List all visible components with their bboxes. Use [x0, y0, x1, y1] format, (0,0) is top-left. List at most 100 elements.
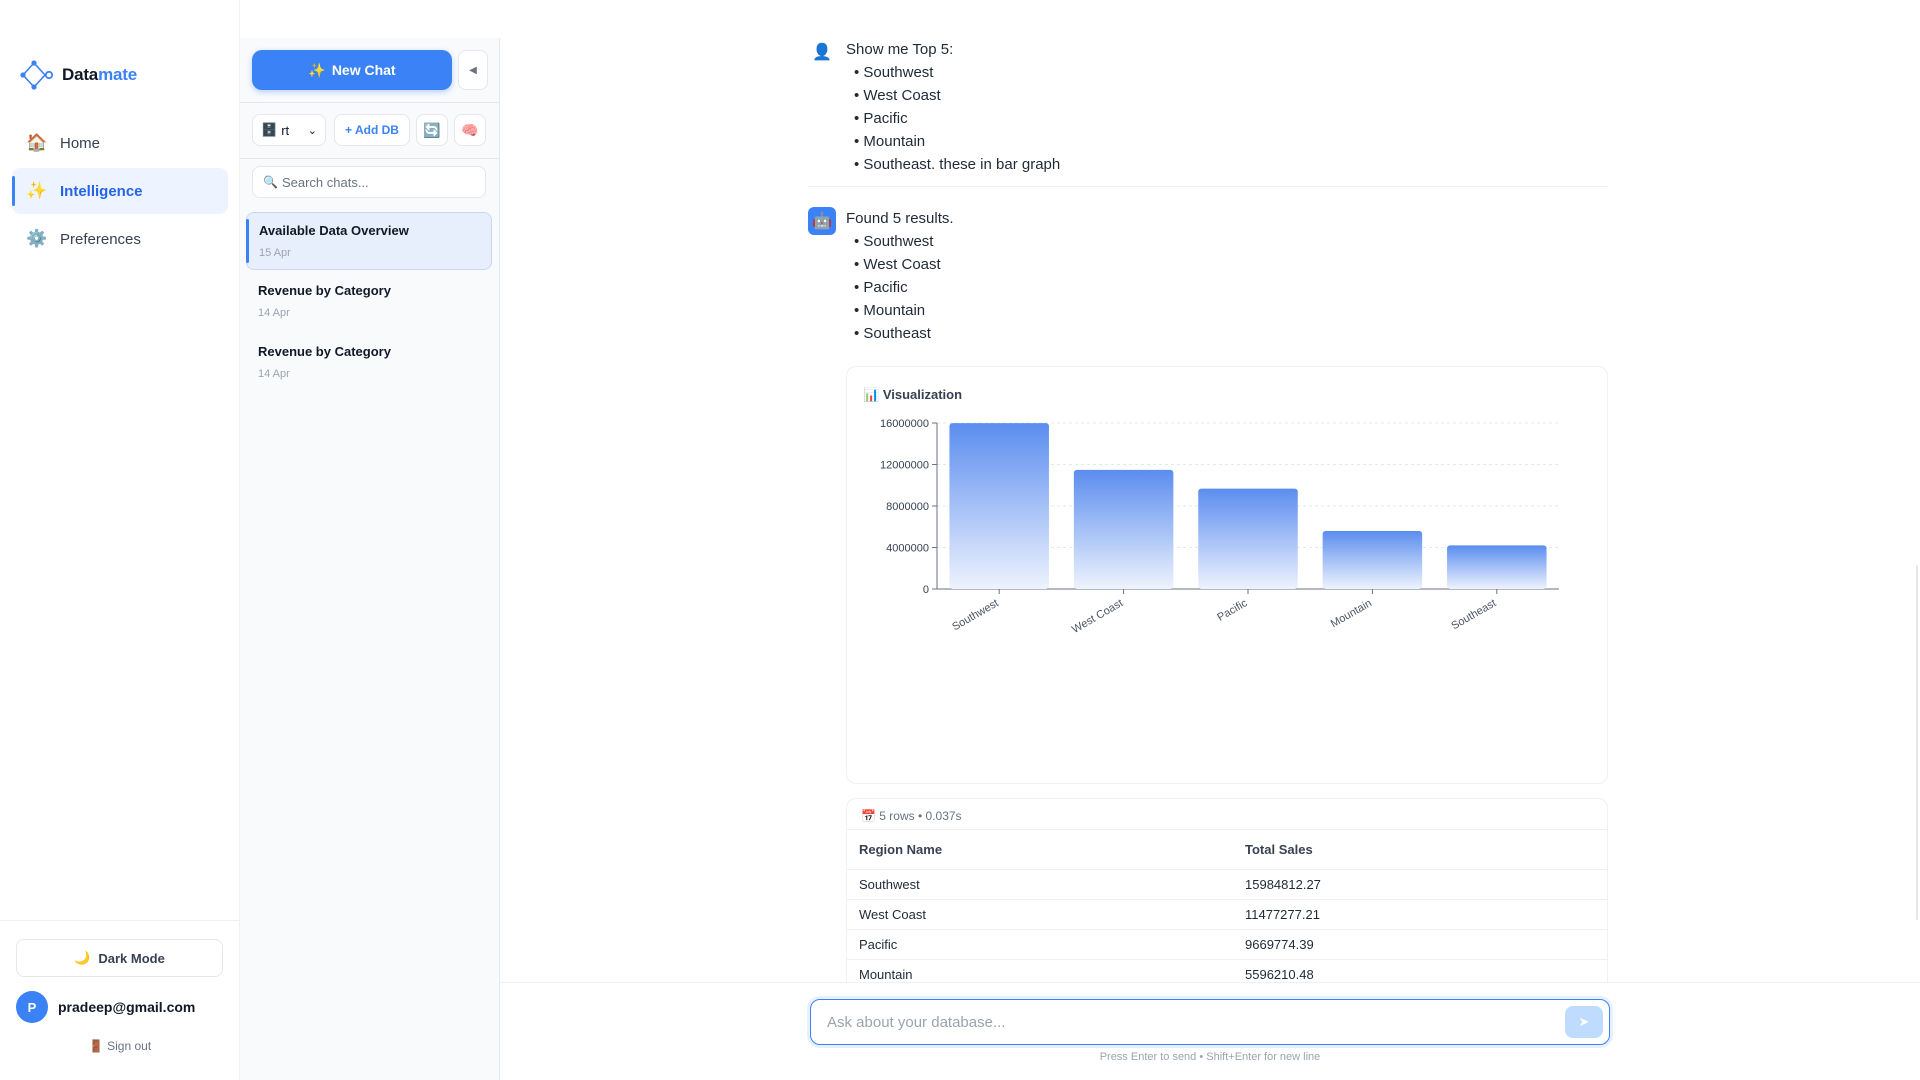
table-cell: Southwest [847, 869, 1245, 900]
nav-item-label: Preferences [60, 230, 141, 248]
table-row: Pacific 9669774.39 [847, 929, 1607, 960]
table-cell: 11477277.21 [1245, 899, 1607, 930]
x-tick-label: Southeast [1449, 597, 1498, 632]
nav-item-label: Intelligence [60, 182, 143, 200]
chat-list-item[interactable]: Available Data Overview 15 Apr [246, 212, 492, 270]
database-select[interactable]: 🗄️ rt ⌄ [252, 114, 326, 146]
chat-list-item[interactable]: Revenue by Category 14 Apr [246, 273, 492, 331]
bar [1322, 530, 1423, 589]
chat-title: Available Data Overview [259, 223, 409, 238]
collapse-sidebar-button[interactable]: ◀ [458, 50, 488, 90]
message-list: Southwest West Coast Pacific Mountain So… [846, 61, 1060, 176]
y-tick-label: 4000000 [886, 543, 929, 555]
divider [240, 102, 500, 103]
column-header[interactable]: Total Sales [1245, 829, 1607, 870]
dark-mode-label: Dark Mode [98, 950, 165, 966]
list-item: Southwest [854, 61, 1060, 84]
chat-main: 👤 Show me Top 5: Southwest West Coast Pa… [500, 0, 1920, 982]
y-tick-label: 0 [923, 584, 929, 596]
assistant-message-body: Found 5 results. Southwest West Coast Pa… [846, 207, 954, 345]
message-input[interactable] [827, 1013, 1547, 1031]
column-header[interactable]: Region Name [847, 829, 1245, 870]
send-button[interactable]: ➤ [1565, 1006, 1603, 1038]
table-row: Mountain 5596210.48 [847, 959, 1607, 982]
nav-item-intelligence[interactable]: ✨ Intelligence [12, 168, 228, 214]
results-meta-text: 5 rows • 0.037s [879, 809, 962, 823]
divider [808, 186, 1608, 187]
nav-item-preferences[interactable]: ⚙️ Preferences [12, 216, 228, 262]
new-chat-label: New Chat [331, 62, 396, 78]
list-item: Southeast [854, 322, 954, 345]
chevron-down-icon: ⌄ [307, 124, 317, 137]
visualization-card: 📊 Visualization 0 4000000 8000000 12000000 1… [846, 366, 1608, 784]
gear-icon: ⚙️ [26, 229, 48, 248]
table-cell: 9669774.39 [1245, 929, 1607, 960]
table-header-row: Region Name Total Sales [847, 829, 1607, 870]
new-chat-button[interactable]: ✨ New Chat [252, 50, 452, 90]
add-db-button[interactable]: + Add DB [334, 114, 410, 146]
datamate-logo-icon [20, 60, 54, 90]
table-cell: Mountain [847, 959, 1245, 982]
list-item: Pacific [854, 107, 1060, 130]
user-message-body: Show me Top 5: Southwest West Coast Paci… [846, 38, 1060, 176]
chat-list-item[interactable]: Revenue by Category 14 Apr [246, 334, 492, 392]
bar [1198, 488, 1298, 589]
results-meta: 📅 5 rows • 0.037s [861, 809, 962, 823]
moon-icon: 🌙 [74, 950, 91, 965]
x-tick-label: Mountain [1329, 597, 1374, 630]
visualization-label: Visualization [882, 387, 963, 402]
list-item: Southeast. these in bar graph [854, 153, 1060, 176]
list-item: West Coast [854, 84, 1060, 107]
left-nav: Datamate 🏠 Home ✨ Intelligence ⚙️ Prefer… [0, 0, 240, 1080]
x-tick-label: Pacific [1215, 597, 1249, 624]
search-input[interactable] [281, 174, 472, 190]
memory-button[interactable]: 🧠 [454, 114, 486, 146]
sparkles-icon: ✨ [308, 61, 326, 78]
avatar: P [16, 991, 48, 1023]
dark-mode-button[interactable]: 🌙 Dark Mode [16, 939, 223, 977]
chat-sidebar: ✨ New Chat ◀ 🗄️ rt ⌄ + Add DB 🔄 🧠 🔍 Avai… [240, 38, 500, 1080]
table-cell: Pacific [847, 929, 1245, 960]
x-tick-label: West Coast [1070, 597, 1125, 636]
user-email: pradeep@gmail.com [58, 999, 196, 1015]
y-tick-label: 8000000 [886, 501, 929, 513]
message-input-box: ➤ [810, 999, 1610, 1045]
sparkles-icon: ✨ [26, 181, 48, 200]
sign-out-label: Sign out [107, 1039, 152, 1053]
database-select-value: rt [281, 122, 290, 138]
chat-title: Revenue by Category [258, 283, 391, 298]
nav-item-home[interactable]: 🏠 Home [12, 120, 228, 166]
table-cell: 5596210.48 [1245, 959, 1607, 982]
message-text: Found 5 results. [846, 210, 954, 227]
bar [1073, 469, 1174, 589]
results-table-card: 📅 5 rows • 0.037s Region Name Total Sale… [846, 798, 1608, 982]
chat-date: 14 Apr [258, 368, 290, 380]
home-icon: 🏠 [26, 133, 48, 152]
chat-search: 🔍 [252, 166, 486, 198]
table-row: Southwest 15984812.27 [847, 869, 1607, 900]
calendar-icon: 📅 [861, 809, 876, 823]
sign-out-link[interactable]: 🚪 Sign out [0, 1039, 240, 1053]
list-item: Southwest [854, 230, 954, 253]
x-tick-label: Southwest [950, 597, 1000, 633]
brain-icon: 🧠 [461, 121, 479, 138]
refresh-button[interactable]: 🔄 [416, 114, 448, 146]
bar [1447, 545, 1547, 589]
user-profile[interactable]: P pradeep@gmail.com [16, 991, 195, 1023]
nav-item-label: Home [60, 134, 101, 152]
bar-chart-icon: 📊 [863, 387, 880, 402]
list-item: Pacific [854, 276, 954, 299]
y-tick-label: 12000000 [880, 460, 929, 472]
bar-chart: 0 4000000 8000000 12000000 16000000 Southwest… [880, 418, 1559, 636]
message-text: Show me Top 5: [846, 41, 954, 58]
brand-name: Datamate [62, 65, 137, 84]
scrollbar[interactable] [1916, 565, 1918, 920]
list-item: Mountain [854, 299, 954, 322]
chevron-left-icon: ◀ [469, 64, 477, 76]
bar [949, 423, 1049, 589]
send-icon: ➤ [1578, 1014, 1590, 1029]
visualization-title: 📊 Visualization [863, 387, 962, 403]
brand-logo[interactable]: Datamate [20, 60, 137, 90]
message-list: Southwest West Coast Pacific Mountain So… [846, 230, 954, 345]
results-table: Region Name Total Sales Southwest 159848… [847, 829, 1607, 982]
